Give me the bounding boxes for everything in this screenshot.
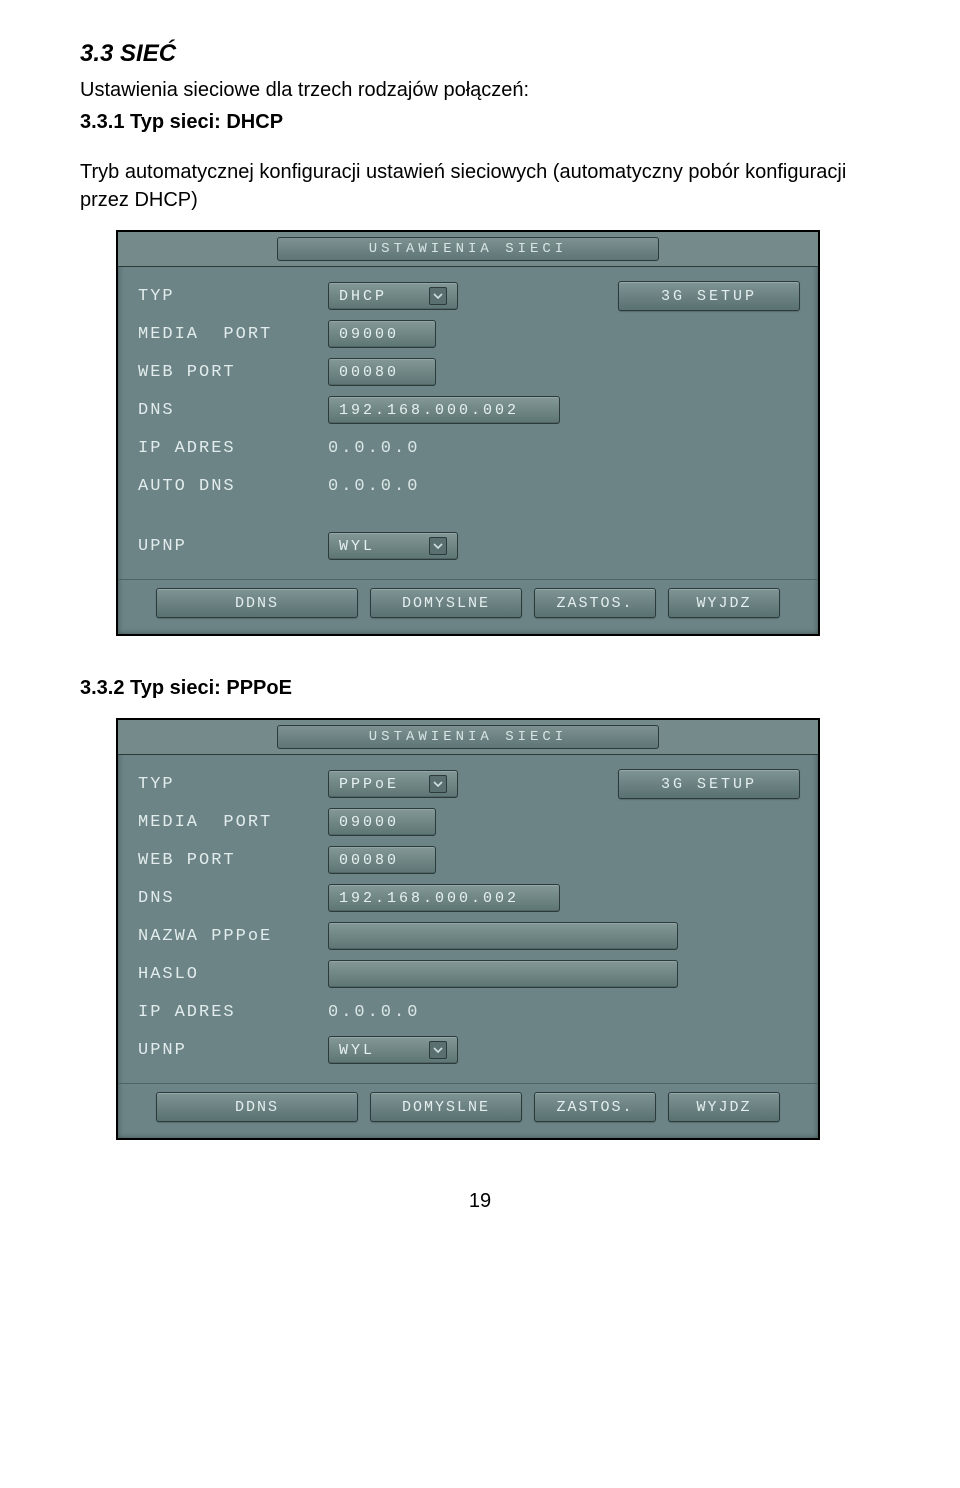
ip-adres-value: 0.0.0.0 <box>328 439 420 458</box>
subsection-2-title: 3.3.2 Typ sieci: PPPoE <box>80 674 880 702</box>
label-typ: TYP <box>138 775 328 794</box>
ddns-button[interactable]: DDNS <box>156 588 358 618</box>
typ-value: DHCP <box>339 288 423 305</box>
panel-titlebar: USTAWIENIA SIECI <box>118 720 818 755</box>
label-media-port: MEDIA PORT <box>138 325 328 344</box>
dns-input[interactable]: 192.168.000.002 <box>328 396 560 424</box>
haslo-input[interactable] <box>328 960 678 988</box>
wyjdz-button[interactable]: WYJDZ <box>668 1092 780 1122</box>
3g-setup-button[interactable]: 3G SETUP <box>618 281 800 311</box>
3g-setup-button[interactable]: 3G SETUP <box>618 769 800 799</box>
settings-panel-pppoe: USTAWIENIA SIECI TYP PPPoE 3G SETUP MEDI… <box>116 718 820 1140</box>
web-port-input[interactable]: 00080 <box>328 358 436 386</box>
zastos-button[interactable]: ZASTOS. <box>534 1092 656 1122</box>
media-port-input[interactable]: 09000 <box>328 808 436 836</box>
nazwa-pppoe-input[interactable] <box>328 922 678 950</box>
wyjdz-button[interactable]: WYJDZ <box>668 588 780 618</box>
typ-select[interactable]: DHCP <box>328 282 458 310</box>
upnp-value: WYL <box>339 1042 423 1059</box>
label-typ: TYP <box>138 287 328 306</box>
label-nazwa-pppoe: NAZWA PPPoE <box>138 927 328 946</box>
intro-text: Ustawienia sieciowe dla trzech rodzajów … <box>80 76 880 104</box>
subsection-1-title: 3.3.1 Typ sieci: DHCP <box>80 108 880 136</box>
label-dns: DNS <box>138 401 328 420</box>
label-web-port: WEB PORT <box>138 363 328 382</box>
label-media-port: MEDIA PORT <box>138 813 328 832</box>
domyslne-button[interactable]: DOMYSLNE <box>370 1092 522 1122</box>
label-upnp: UPNP <box>138 1041 328 1060</box>
label-upnp: UPNP <box>138 537 328 556</box>
settings-panel-dhcp: USTAWIENIA SIECI TYP DHCP 3G SETUP MEDIA… <box>116 230 820 636</box>
media-port-input[interactable]: 09000 <box>328 320 436 348</box>
upnp-select[interactable]: WYL <box>328 1036 458 1064</box>
chevron-down-icon <box>429 1041 447 1059</box>
web-port-input[interactable]: 00080 <box>328 846 436 874</box>
dns-input[interactable]: 192.168.000.002 <box>328 884 560 912</box>
label-haslo: HASLO <box>138 965 328 984</box>
upnp-value: WYL <box>339 538 423 555</box>
panel-title: USTAWIENIA SIECI <box>277 725 659 749</box>
page-number: 19 <box>80 1190 880 1213</box>
section-title: 3.3 SIEĆ <box>80 40 880 68</box>
zastos-button[interactable]: ZASTOS. <box>534 588 656 618</box>
auto-dns-value: 0.0.0.0 <box>328 477 420 496</box>
label-ip-adres: IP ADRES <box>138 439 328 458</box>
ddns-button[interactable]: DDNS <box>156 1092 358 1122</box>
upnp-select[interactable]: WYL <box>328 532 458 560</box>
label-web-port: WEB PORT <box>138 851 328 870</box>
typ-select[interactable]: PPPoE <box>328 770 458 798</box>
label-auto-dns: AUTO DNS <box>138 477 328 496</box>
domyslne-button[interactable]: DOMYSLNE <box>370 588 522 618</box>
ip-adres-value: 0.0.0.0 <box>328 1003 420 1022</box>
panel-titlebar: USTAWIENIA SIECI <box>118 232 818 267</box>
label-ip-adres: IP ADRES <box>138 1003 328 1022</box>
subsection-1-desc: Tryb automatycznej konfiguracji ustawień… <box>80 158 880 214</box>
typ-value: PPPoE <box>339 776 423 793</box>
chevron-down-icon <box>429 775 447 793</box>
label-dns: DNS <box>138 889 328 908</box>
chevron-down-icon <box>429 537 447 555</box>
panel-title: USTAWIENIA SIECI <box>277 237 659 261</box>
chevron-down-icon <box>429 287 447 305</box>
